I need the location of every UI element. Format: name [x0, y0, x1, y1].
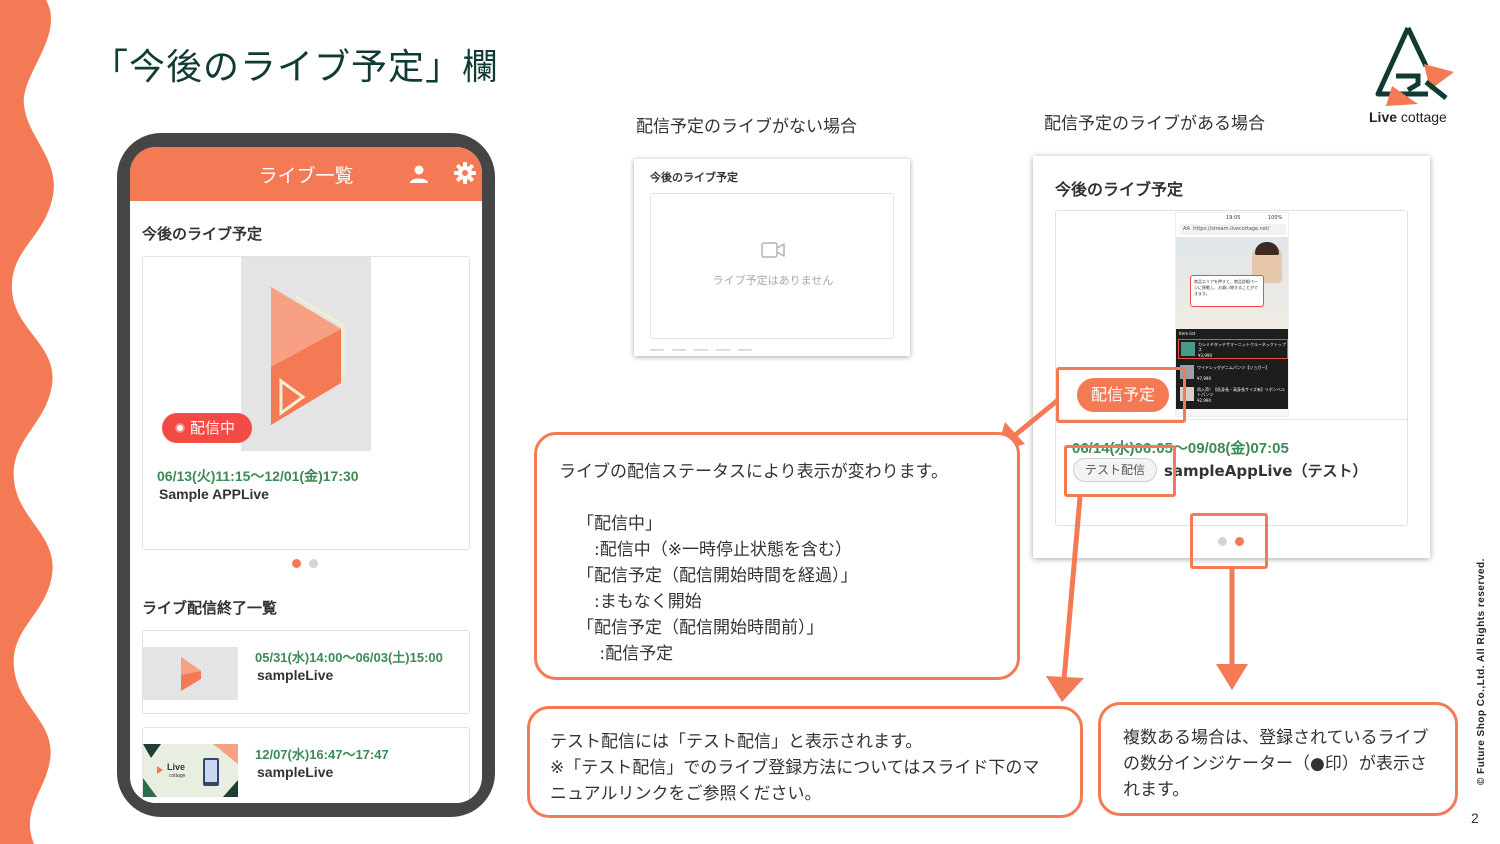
phone-mockup: ライブ一覧 今後のライブ予定 配信中 06/13(火)11:15〜12/01(金…: [117, 133, 495, 817]
onair-badge: 配信中: [162, 413, 252, 443]
test-note: テスト配信には「テスト配信」と表示されます。 ※「テスト配信」でのライブ登録方法…: [527, 706, 1083, 818]
indicator-highlight: [1190, 513, 1268, 569]
item-row: カシミヤタッチサマーニットクルーネックトップス ¥3,990: [1178, 339, 1288, 359]
indicator-dot[interactable]: [309, 559, 318, 568]
no-schedule-panel: 今後のライブ予定 ライブ予定はありません: [634, 159, 910, 356]
url-bar: AA https://stream.livecottage.net/: [1180, 224, 1286, 235]
ended-name: sampleLive: [257, 667, 334, 683]
ended-name: sampleLive: [257, 764, 334, 780]
page-number: 2: [1471, 810, 1479, 826]
scheduled-live-name: sampleAppLive（テスト）: [1164, 462, 1368, 480]
live-card[interactable]: 配信中 06/13(火)11:15〜12/01(金)17:30 Sample A…: [142, 256, 470, 550]
badge-highlight: [1056, 367, 1186, 423]
ended-date: 05/31(水)14:00〜06/03(土)15:00: [255, 650, 443, 665]
status-battery: 100%: [1268, 215, 1283, 221]
mini-phone-screenshot: 19:05 100% AA https://stream.livecottage…: [1175, 212, 1289, 417]
item-row: ワイドレッグデニムパンツ【ジョガー】 ¥7,990: [1178, 363, 1288, 383]
item-row: 再入荷！【低身長・高身長サイズ有】リボンベルトパンツ ¥2,990: [1178, 385, 1288, 405]
no-schedule-caption: 配信予定のライブがない場合: [636, 117, 857, 137]
test-badge-highlight: [1064, 445, 1176, 497]
status-time: 19:05: [1226, 215, 1241, 221]
cut-off-line: [650, 349, 760, 351]
ended-list-item[interactable]: Live cottage 12/07(水)16:47〜17:47 sampleL…: [142, 727, 470, 803]
live-thumbnail: [241, 257, 371, 451]
item-list: Item list カシミヤタッチサマーニットクルーネックトップス ¥3,990…: [1176, 329, 1288, 416]
ended-thumbnail: [143, 647, 238, 700]
gear-icon[interactable]: [454, 162, 476, 184]
tooltip: 商品エリアを押すと、商品詳細ページに移動し、お買い物することができます。: [1190, 275, 1264, 307]
thumb-logo-text: Live: [167, 762, 186, 772]
panel-title: 今後のライブ予定: [650, 171, 738, 184]
thumb-logo-subtext: cottage: [169, 773, 186, 779]
panel-title: 今後のライブ予定: [1055, 180, 1184, 199]
logo-text: Live cottage: [1369, 109, 1447, 125]
indicator-note: 複数ある場合は、登録されているライブ の数分インジケーター（●印）が表示さ れま…: [1098, 702, 1458, 816]
with-schedule-panel: 今後のライブ予定 19:05 100% AA https://stream.li…: [1033, 156, 1430, 558]
ended-thumbnail: Live cottage: [143, 744, 238, 797]
video-camera-icon: [761, 242, 785, 258]
slide-title: 「今後のライブ予定」欄: [92, 47, 500, 88]
ended-section-title: ライブ配信終了一覧: [142, 599, 278, 617]
indicator-dot[interactable]: [292, 559, 301, 568]
user-icon[interactable]: [408, 163, 430, 185]
live-name: Sample APPLive: [159, 486, 269, 502]
phone-screen: ライブ一覧 今後のライブ予定 配信中 06/13(火)11:15〜12/01(金…: [130, 147, 482, 803]
with-schedule-caption: 配信予定のライブがある場合: [1044, 114, 1265, 134]
empty-message: ライブ予定はありません: [712, 274, 834, 287]
status-note: ライブの配信ステータスにより表示が変わります。 「配信中」 :配信中（※一時停止…: [534, 432, 1020, 680]
ended-date: 12/07(水)16:47〜17:47: [255, 747, 389, 762]
play-graphic: [181, 657, 201, 691]
empty-box: ライブ予定はありません: [650, 193, 894, 339]
live-date: 06/13(火)11:15〜12/01(金)17:30: [157, 468, 359, 484]
carousel-indicator[interactable]: [292, 559, 318, 568]
ended-list-item[interactable]: 05/31(水)14:00〜06/03(土)15:00 sampleLive: [142, 630, 470, 714]
copyright: © Future Shop Co.,Ltd. All Rights reserv…: [1476, 558, 1487, 785]
app-header: ライブ一覧: [130, 147, 482, 201]
video-area: 商品エリアを押すと、商品詳細ページに移動し、お買い物することができます。: [1176, 237, 1288, 329]
play-graphic: [271, 287, 345, 425]
promo-graphic: [143, 744, 238, 797]
upcoming-section-title: 今後のライブ予定: [142, 225, 263, 243]
wave-decoration: [0, 0, 54, 844]
